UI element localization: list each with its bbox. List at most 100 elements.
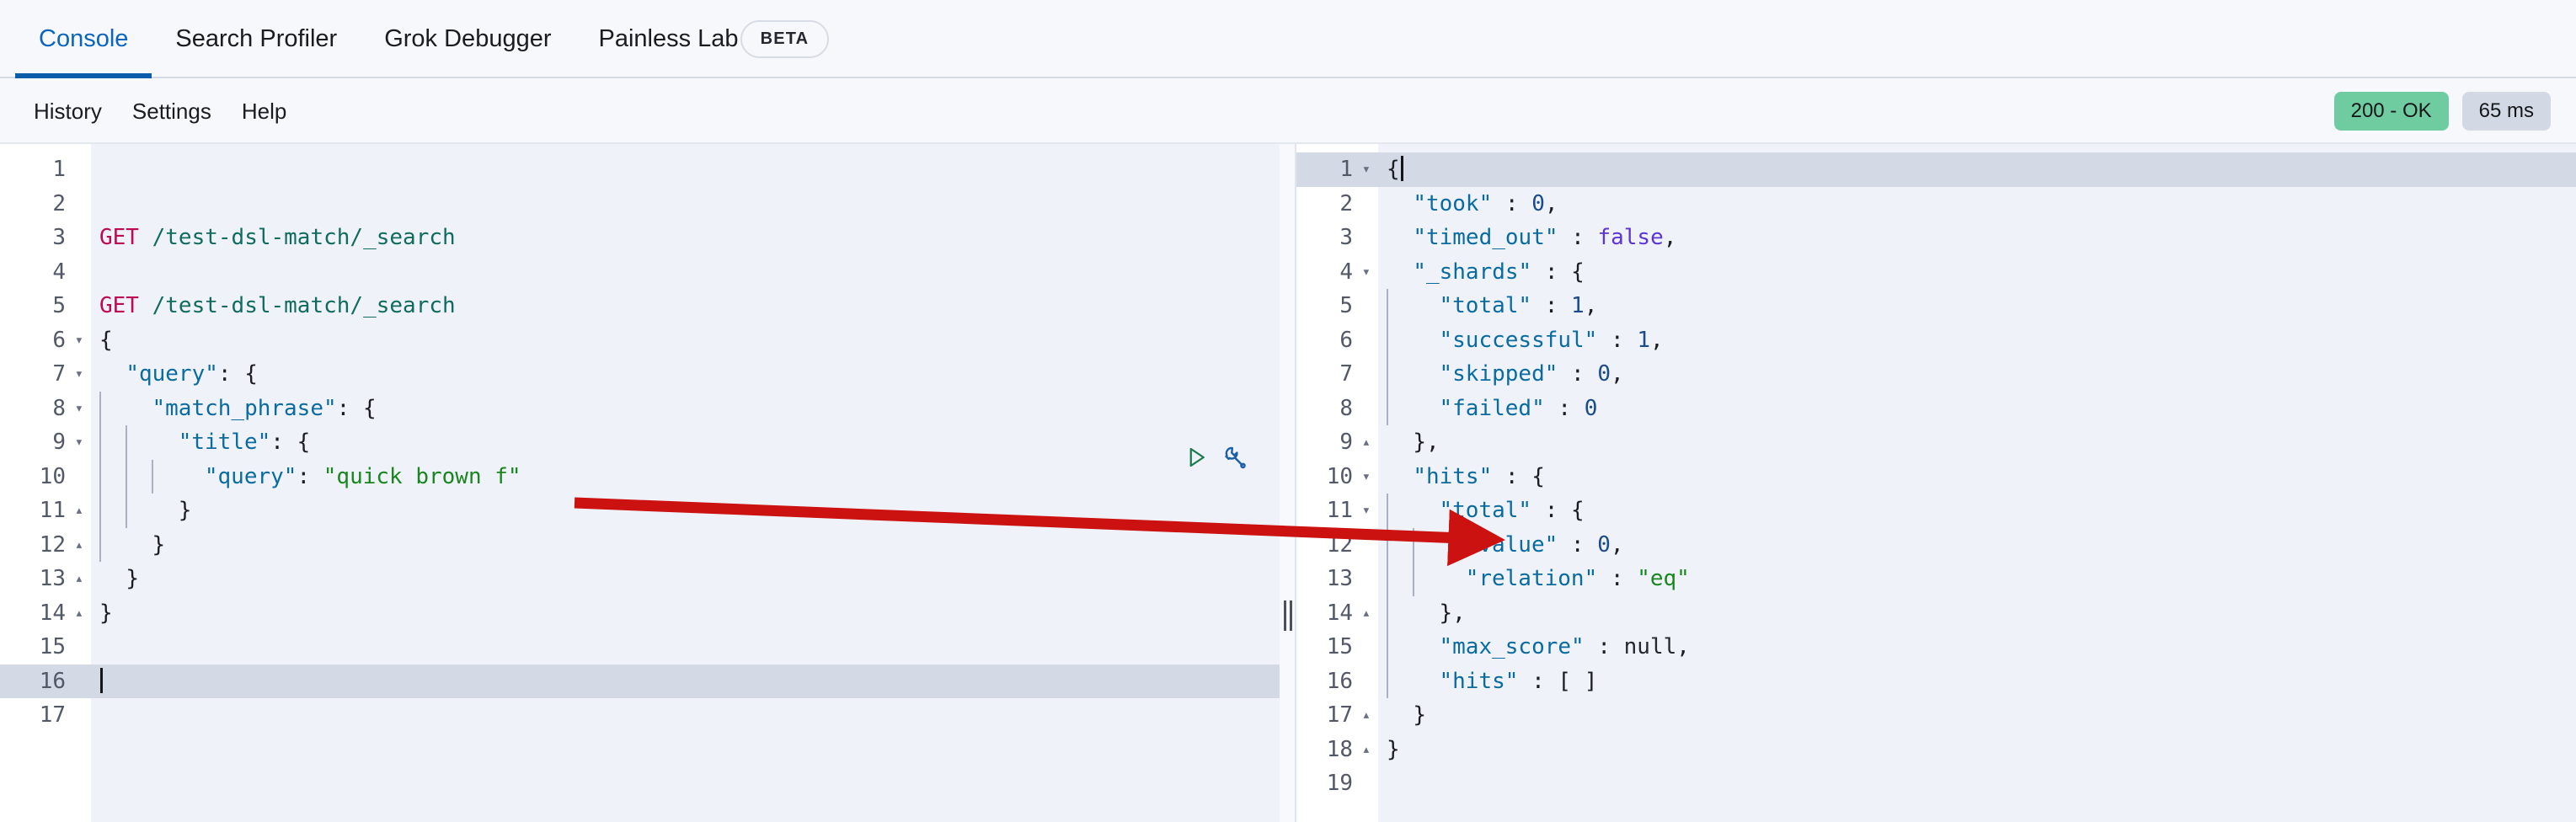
response-line-number[interactable]: 3: [1287, 221, 1378, 255]
fold-close-icon[interactable]: ▴: [75, 528, 83, 563]
response-line-number[interactable]: 9▴: [1287, 425, 1378, 460]
response-code-line[interactable]: "skipped" : 0,: [1378, 357, 2576, 392]
request-code-line[interactable]: [91, 255, 1287, 290]
fold-close-icon[interactable]: ▴: [1362, 596, 1371, 631]
fold-open-icon[interactable]: ▾: [1362, 460, 1371, 494]
request-code-line[interactable]: "match_phrase": {: [91, 392, 1287, 426]
response-line-number[interactable]: 15: [1287, 630, 1378, 665]
request-code-line[interactable]: [91, 665, 1287, 699]
request-code-line[interactable]: }: [91, 494, 1287, 528]
request-code-line[interactable]: "query": "quick brown f": [91, 460, 1287, 494]
response-viewer-pane[interactable]: 1▾234▾56789▴10▾11▾121314▴151617▴18▴19 { …: [1287, 144, 2576, 822]
tab-console[interactable]: Console: [15, 0, 152, 78]
response-line-number[interactable]: 8: [1287, 392, 1378, 426]
request-code-line[interactable]: GET /test-dsl-match/_search: [91, 221, 1287, 255]
fold-open-icon[interactable]: ▾: [1362, 255, 1371, 290]
request-code-line[interactable]: [91, 187, 1287, 222]
tab-grok-debugger[interactable]: Grok Debugger: [361, 0, 575, 78]
fold-close-icon[interactable]: ▴: [1362, 733, 1371, 767]
response-code-line[interactable]: {: [1378, 152, 2576, 187]
request-code-line[interactable]: }: [91, 562, 1287, 596]
response-code-line[interactable]: }: [1378, 698, 2576, 733]
fold-open-icon[interactable]: ▾: [75, 323, 83, 358]
response-line-number[interactable]: 19: [1287, 766, 1378, 801]
response-line-number[interactable]: 16: [1287, 665, 1378, 699]
fold-open-icon[interactable]: ▾: [75, 392, 83, 426]
request-code-line[interactable]: [91, 698, 1287, 733]
response-code-line[interactable]: },: [1378, 425, 2576, 460]
response-code-line[interactable]: "_shards" : {: [1378, 255, 2576, 290]
request-code-line[interactable]: [91, 152, 1287, 187]
response-line-number[interactable]: 11▾: [1287, 494, 1378, 528]
tab-search-profiler[interactable]: Search Profiler: [152, 0, 361, 78]
response-code-line[interactable]: "failed" : 0: [1378, 392, 2576, 426]
request-code-line[interactable]: "query": {: [91, 357, 1287, 392]
request-line-number[interactable]: 1: [0, 152, 91, 187]
fold-open-icon[interactable]: ▾: [1362, 152, 1371, 187]
response-line-number[interactable]: 10▾: [1287, 460, 1378, 494]
response-line-number[interactable]: 2: [1287, 187, 1378, 222]
toolbar-item-history[interactable]: History: [19, 99, 117, 125]
fold-close-icon[interactable]: ▴: [75, 562, 83, 596]
request-line-number[interactable]: 6▾: [0, 323, 91, 358]
request-editor-pane[interactable]: 123456▾7▾8▾9▾1011▴12▴13▴14▴151617 GET /t…: [0, 144, 1287, 822]
request-line-number[interactable]: 12▴: [0, 528, 91, 563]
response-code-line[interactable]: "hits" : {: [1378, 460, 2576, 494]
response-code-line[interactable]: }: [1378, 733, 2576, 767]
response-code-line[interactable]: "hits" : [ ]: [1378, 665, 2576, 699]
pane-divider[interactable]: [1280, 144, 1296, 822]
request-line-number[interactable]: 5: [0, 289, 91, 323]
response-line-number[interactable]: 6: [1287, 323, 1378, 358]
request-code-line[interactable]: {: [91, 323, 1287, 358]
response-line-number[interactable]: 4▾: [1287, 255, 1378, 290]
fold-close-icon[interactable]: ▴: [75, 494, 83, 528]
request-line-number[interactable]: 13▴: [0, 562, 91, 596]
response-gutter[interactable]: 1▾234▾56789▴10▾11▾121314▴151617▴18▴19: [1287, 144, 1378, 822]
fold-open-icon[interactable]: ▾: [75, 425, 83, 460]
request-line-number[interactable]: 16: [0, 665, 91, 699]
wrench-icon[interactable]: [1222, 445, 1248, 470]
request-line-number[interactable]: 7▾: [0, 357, 91, 392]
request-code-line[interactable]: }: [91, 596, 1287, 631]
tab-painless-lab[interactable]: Painless Lab BETA: [575, 0, 853, 78]
request-code-line[interactable]: [91, 630, 1287, 665]
response-line-number[interactable]: 7: [1287, 357, 1378, 392]
fold-open-icon[interactable]: ▾: [1362, 494, 1371, 528]
request-line-number[interactable]: 15: [0, 630, 91, 665]
fold-close-icon[interactable]: ▴: [1362, 425, 1371, 460]
request-code-area[interactable]: GET /test-dsl-match/_search GET /test-dsl…: [91, 144, 1287, 822]
request-gutter[interactable]: 123456▾7▾8▾9▾1011▴12▴13▴14▴151617: [0, 144, 91, 822]
request-line-number[interactable]: 3: [0, 221, 91, 255]
fold-close-icon[interactable]: ▴: [1362, 698, 1371, 733]
fold-open-icon[interactable]: ▾: [75, 357, 83, 392]
response-code-line[interactable]: "total" : {: [1378, 494, 2576, 528]
response-line-number[interactable]: 1▾: [1287, 152, 1378, 187]
request-code-line[interactable]: "title": {: [91, 425, 1287, 460]
request-line-number[interactable]: 2: [0, 187, 91, 222]
response-code-line[interactable]: "total" : 1,: [1378, 289, 2576, 323]
response-code-line[interactable]: "relation" : "eq": [1378, 562, 2576, 596]
response-code-line[interactable]: "successful" : 1,: [1378, 323, 2576, 358]
pane-divider-grip[interactable]: [1284, 600, 1293, 631]
play-icon[interactable]: [1184, 445, 1209, 470]
request-line-number[interactable]: 4: [0, 255, 91, 290]
response-code-area[interactable]: { "took" : 0, "timed_out" : false, "_sha…: [1378, 144, 2576, 822]
response-code-line[interactable]: [1378, 766, 2576, 801]
response-line-number[interactable]: 17▴: [1287, 698, 1378, 733]
response-code-line[interactable]: "took" : 0,: [1378, 187, 2576, 222]
request-code-line[interactable]: GET /test-dsl-match/_search: [91, 289, 1287, 323]
response-code-line[interactable]: "max_score" : null,: [1378, 630, 2576, 665]
request-line-number[interactable]: 9▾: [0, 425, 91, 460]
request-line-number[interactable]: 14▴: [0, 596, 91, 631]
response-code-line[interactable]: "value" : 0,: [1378, 528, 2576, 563]
request-line-number[interactable]: 11▴: [0, 494, 91, 528]
toolbar-item-help[interactable]: Help: [227, 99, 302, 125]
fold-close-icon[interactable]: ▴: [75, 596, 83, 631]
response-line-number[interactable]: 18▴: [1287, 733, 1378, 767]
toolbar-item-settings[interactable]: Settings: [117, 99, 227, 125]
request-line-number[interactable]: 10: [0, 460, 91, 494]
request-code-line[interactable]: }: [91, 528, 1287, 563]
response-line-number[interactable]: 14▴: [1287, 596, 1378, 631]
request-line-number[interactable]: 8▾: [0, 392, 91, 426]
request-line-number[interactable]: 17: [0, 698, 91, 733]
